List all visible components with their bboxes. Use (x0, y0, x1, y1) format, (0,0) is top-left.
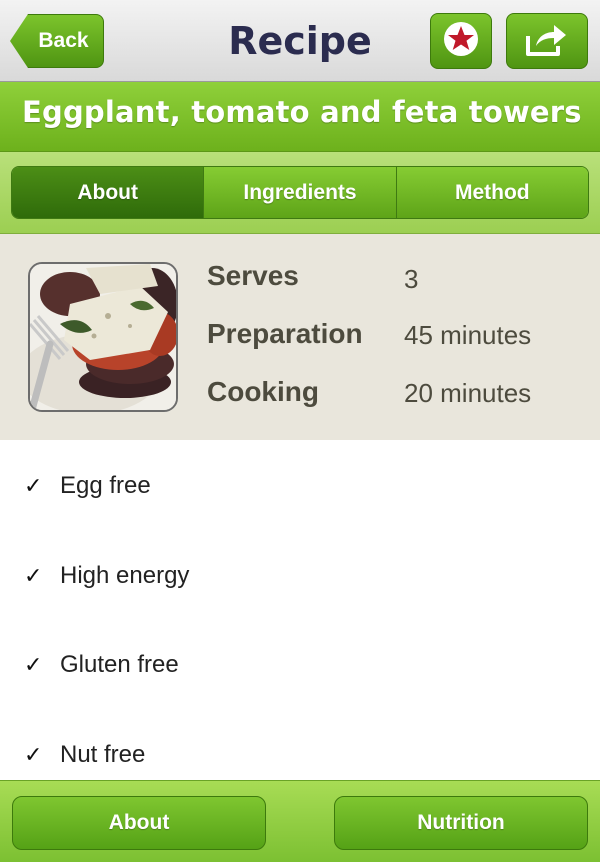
star-icon (442, 20, 480, 63)
list-item-label: Gluten free (60, 651, 179, 678)
cooking-value: 20 minutes (404, 378, 532, 408)
cooking-label: Cooking (207, 376, 319, 407)
favorite-button[interactable] (430, 13, 492, 69)
tab-method[interactable]: Method (396, 167, 588, 218)
recipe-photo (28, 262, 178, 412)
list-item-label: Nut free (60, 741, 146, 768)
back-button-label: Back (38, 29, 89, 52)
checkmark-icon: ✓ (24, 563, 43, 588)
serves-label: Serves (207, 260, 299, 291)
list-item-label: Egg free (60, 472, 151, 499)
share-button[interactable] (506, 13, 588, 69)
checkmark-icon: ✓ (24, 652, 43, 677)
recipe-title: Eggplant, tomato and feta towers (22, 95, 582, 129)
list-item: ✓ Gluten free (0, 645, 600, 685)
dietary-checklist: ✓ Egg free ✓ High energy ✓ Gluten free ✓… (0, 440, 600, 780)
share-arrow-icon (524, 20, 570, 63)
list-item: ✓ Egg free (0, 466, 600, 506)
top-nav-bar: Back Recipe (0, 0, 600, 82)
preparation-value: 45 minutes (404, 320, 532, 350)
about-button[interactable]: About (12, 796, 266, 850)
tab-area: About Ingredients Method (0, 152, 600, 234)
nutrition-button[interactable]: Nutrition (334, 796, 588, 850)
segmented-tabs: About Ingredients Method (11, 166, 589, 219)
checkmark-icon: ✓ (24, 473, 43, 498)
tab-about[interactable]: About (12, 167, 205, 218)
recipe-title-bar: Eggplant, tomato and feta towers (0, 82, 600, 152)
preparation-label: Preparation (207, 318, 363, 349)
recipe-info-panel: Serves 3 Preparation 45 minutes Cooking … (0, 234, 600, 440)
bottom-toolbar: About Nutrition (0, 780, 600, 862)
serves-value: 3 (404, 264, 419, 294)
list-item: ✓ High energy (0, 556, 600, 596)
list-item: ✓ Nut free (0, 735, 600, 775)
checkmark-icon: ✓ (24, 742, 43, 767)
tab-ingredients[interactable]: Ingredients (204, 167, 397, 218)
list-item-label: High energy (60, 562, 190, 589)
back-button[interactable]: Back (10, 14, 104, 68)
page-title: Recipe (228, 19, 372, 63)
